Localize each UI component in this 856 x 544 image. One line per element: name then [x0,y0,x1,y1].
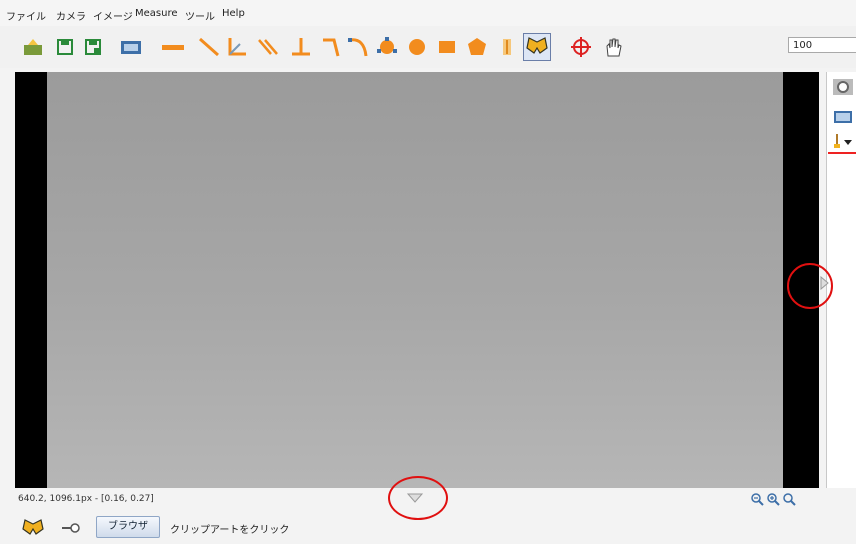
clipart-tool-icon[interactable] [60,520,82,536]
menu-camera[interactable]: カメラ [56,8,86,23]
image-panel-icon[interactable] [832,106,854,128]
save-as-icon[interactable] [80,34,106,60]
crosshair-icon[interactable] [568,34,594,60]
camera-lens-icon[interactable] [832,76,854,98]
polyline-icon[interactable] [318,34,344,60]
menu-bar: ファイル カメラ イメージ Measure ツール Help [0,0,856,26]
menu-tools[interactable]: ツール [185,8,215,23]
zoom-fit-icon[interactable] [782,492,796,506]
panel-underline [828,152,856,154]
parallel-lines-icon[interactable] [256,34,282,60]
text-icon[interactable] [494,34,520,60]
curve-icon[interactable] [346,34,372,60]
annotation-circle-bottom [388,476,448,520]
toolbar [0,26,856,68]
rectangle-icon[interactable] [434,34,460,60]
annotation-circle-right [787,263,833,309]
zoom-input[interactable]: 100 [788,37,848,53]
browse-button[interactable]: ブラウザ [96,516,160,538]
brush-dropdown-icon[interactable] [832,130,854,152]
save-icon[interactable] [52,34,78,60]
coordinate-readout: 640.2, 1096.1px - [0.16, 0.27] [18,494,154,504]
capture-image-icon[interactable] [118,34,144,60]
clipart-hint-label: クリップアートをクリック [170,525,290,536]
zoom-in-icon[interactable] [766,492,780,506]
polygon-icon[interactable] [464,34,490,60]
zoom-dropdown-icon[interactable] [846,37,856,53]
menu-help[interactable]: Help [222,8,245,19]
menu-file[interactable]: ファイル [6,8,46,23]
menu-measure[interactable]: Measure [135,8,178,19]
circle-icon[interactable] [404,34,430,60]
angle-icon[interactable] [224,34,250,60]
line-icon[interactable] [196,34,222,60]
butterfly-icon[interactable] [523,33,551,61]
circle-3point-icon[interactable] [374,34,400,60]
zoom-out-icon[interactable] [750,492,764,506]
perpendicular-icon[interactable] [288,34,314,60]
clipart-butterfly-icon[interactable] [22,518,44,538]
camera-image[interactable] [47,72,783,488]
hand-icon[interactable] [600,34,626,60]
ruler-icon[interactable] [160,34,186,60]
menu-image[interactable]: イメージ [93,8,133,23]
open-icon[interactable] [20,34,46,60]
